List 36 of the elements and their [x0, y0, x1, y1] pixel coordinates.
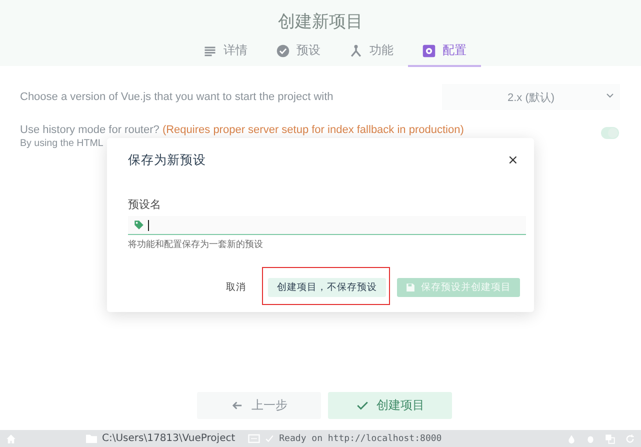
tag-icon — [134, 220, 144, 230]
drop-icon — [567, 434, 576, 444]
toggle-switch[interactable] — [601, 127, 619, 139]
wizard-tab[interactable]: 详情 — [188, 38, 262, 67]
wizard-tab[interactable]: 功能 — [334, 38, 408, 67]
create-without-saving-button[interactable]: 创建项目，不保存预设 — [268, 278, 386, 297]
terminal-icon — [248, 434, 260, 444]
wizard-tab[interactable]: 预设 — [262, 38, 334, 67]
arrow-left-icon — [230, 399, 244, 412]
check-icon — [265, 434, 274, 443]
gear-icon — [422, 44, 436, 58]
list-icon — [202, 44, 216, 58]
version-dropdown[interactable]: 2.x (默认) — [442, 84, 620, 110]
option-label: Use history mode for router? (Requires proper server setup for index fallback in production) — [20, 124, 464, 136]
project-path[interactable]: C:\Users\17813\VueProject — [102, 433, 236, 444]
page-title: 创建新项目 — [277, 11, 364, 34]
check-icon — [356, 399, 368, 412]
option-label: Choose a version of Vue.js that you want to start the project with — [20, 91, 334, 103]
preset-name-field[interactable] — [128, 216, 526, 235]
branch-icon — [348, 44, 362, 58]
check-circle-icon — [276, 44, 290, 58]
translate-icon — [605, 434, 615, 444]
field-label: 预设名 — [128, 197, 162, 212]
dialog-title: 保存为新预设 — [128, 152, 206, 169]
log-message[interactable]: Ready on http://localhost:8000 — [279, 434, 442, 444]
refresh-icon — [625, 434, 635, 444]
home-icon — [6, 434, 16, 444]
cancel-button[interactable]: 取消 — [217, 278, 255, 297]
close-button[interactable]: × — [506, 153, 520, 168]
wizard-tab[interactable]: 配置 — [408, 38, 480, 67]
field-hint: 将功能和配置保存为一套新的预设 — [128, 238, 264, 251]
folder-icon — [86, 434, 97, 443]
back-button[interactable]: 上一步 — [197, 392, 321, 419]
option-description: By using the HTML — [20, 138, 104, 149]
create-project-button[interactable]: 创建项目 — [328, 392, 452, 419]
chevron-down-icon — [606, 93, 614, 99]
